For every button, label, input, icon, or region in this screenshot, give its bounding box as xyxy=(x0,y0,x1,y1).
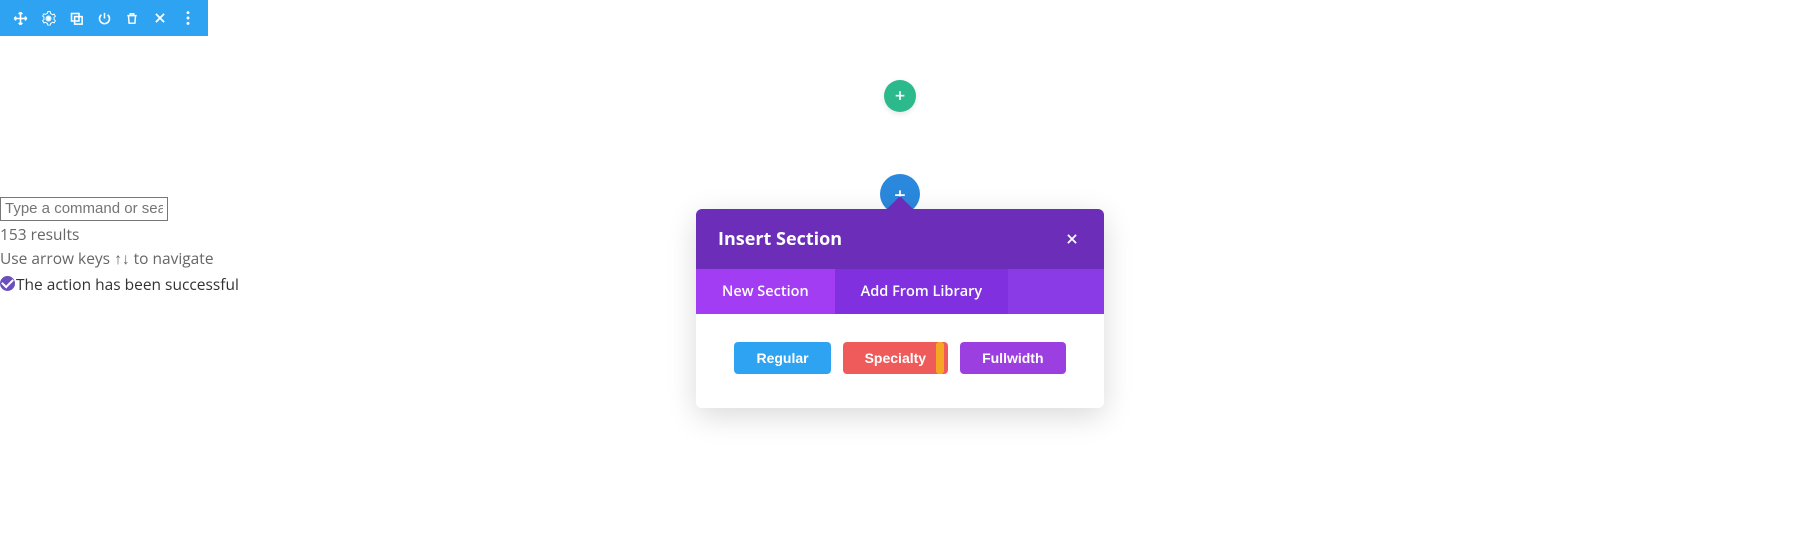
option-fullwidth-group: Fullwidth xyxy=(960,342,1065,374)
check-icon xyxy=(0,276,15,291)
modal-header: Insert Section xyxy=(696,209,1104,269)
success-text: The action has been successful xyxy=(16,273,239,295)
command-palette: 153 results Use arrow keys ↑↓ to navigat… xyxy=(0,196,239,295)
trash-icon[interactable] xyxy=(118,0,146,36)
navigation-hint: Use arrow keys ↑↓ to navigate xyxy=(0,247,239,269)
option-regular-group: Regular xyxy=(734,342,826,374)
tabs-spacer xyxy=(1008,269,1104,314)
success-message: The action has been successful xyxy=(0,273,239,295)
power-icon[interactable] xyxy=(90,0,118,36)
insert-section-modal: Insert Section New Section Add From Libr… xyxy=(696,209,1104,408)
results-count: 153 results xyxy=(0,223,239,245)
move-icon[interactable] xyxy=(6,0,34,36)
specialty-button[interactable]: Specialty xyxy=(843,342,948,374)
more-icon[interactable] xyxy=(174,0,202,36)
modal-tabs: New Section Add From Library xyxy=(696,269,1104,314)
modal-body: Regular Specialty Fullwidth xyxy=(696,314,1104,408)
modal-title: Insert Section xyxy=(718,227,842,251)
specialty-notch xyxy=(936,342,944,374)
gear-icon[interactable] xyxy=(34,0,62,36)
modal-close-button[interactable] xyxy=(1062,229,1082,249)
add-section-green-button[interactable]: + xyxy=(884,80,916,112)
section-toolbar xyxy=(0,0,208,36)
tab-add-from-library[interactable]: Add From Library xyxy=(835,269,1008,314)
regular-notch xyxy=(819,342,827,374)
option-specialty-group: Specialty xyxy=(843,342,944,374)
duplicate-icon[interactable] xyxy=(62,0,90,36)
tab-new-section[interactable]: New Section xyxy=(696,269,835,314)
modal-pointer xyxy=(886,196,914,210)
close-icon[interactable] xyxy=(146,0,174,36)
fullwidth-button[interactable]: Fullwidth xyxy=(960,342,1065,374)
command-input[interactable] xyxy=(0,197,168,221)
regular-button[interactable]: Regular xyxy=(734,342,830,374)
plus-icon: + xyxy=(895,84,905,108)
